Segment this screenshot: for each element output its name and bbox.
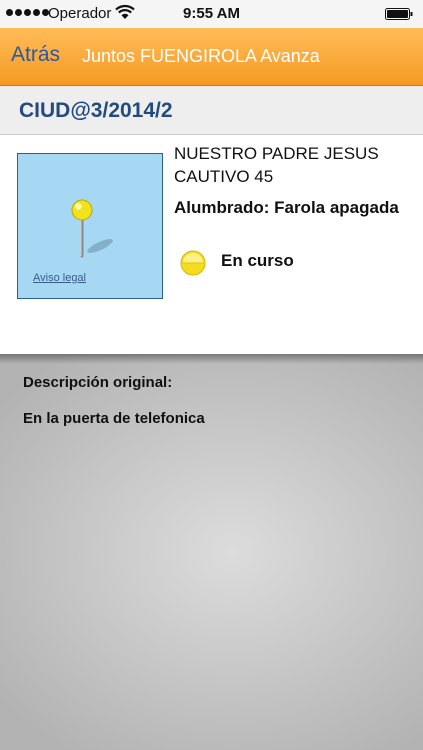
status-bar: Operador 9:55 AM: [0, 0, 423, 28]
map-thumbnail[interactable]: Aviso legal: [17, 153, 163, 299]
panel-divider-shadow: [0, 354, 423, 364]
clock: 9:55 AM: [183, 5, 240, 22]
reference-header: CIUD@3/2014/2: [0, 86, 423, 135]
status-dot-icon: [180, 250, 206, 276]
reference-code: CIUD@3/2014/2: [19, 99, 173, 122]
navigation-bar: Atrás Juntos FUENGIROLA Avanza: [0, 28, 423, 86]
back-button[interactable]: Atrás: [11, 43, 60, 67]
description-label: Descripción original:: [23, 374, 173, 391]
incident-address: NUESTRO PADRE JESUS CAUTIVO 45: [174, 144, 379, 186]
incident-status: En curso: [221, 251, 294, 270]
battery-icon: [385, 8, 413, 20]
nav-title: Juntos FUENGIROLA Avanza: [82, 46, 320, 66]
incident-detail-card: Aviso legal NUESTRO PADRE JESUS CAUTIVO …: [0, 135, 423, 354]
map-pin-icon: [71, 199, 113, 258]
legal-notice-link[interactable]: Aviso legal: [33, 272, 86, 284]
description-text: En la puerta de telefonica: [23, 410, 205, 427]
incident-category: Alumbrado: Farola apagada: [174, 198, 399, 217]
description-panel: Descripción original: En la puerta de te…: [0, 354, 423, 750]
